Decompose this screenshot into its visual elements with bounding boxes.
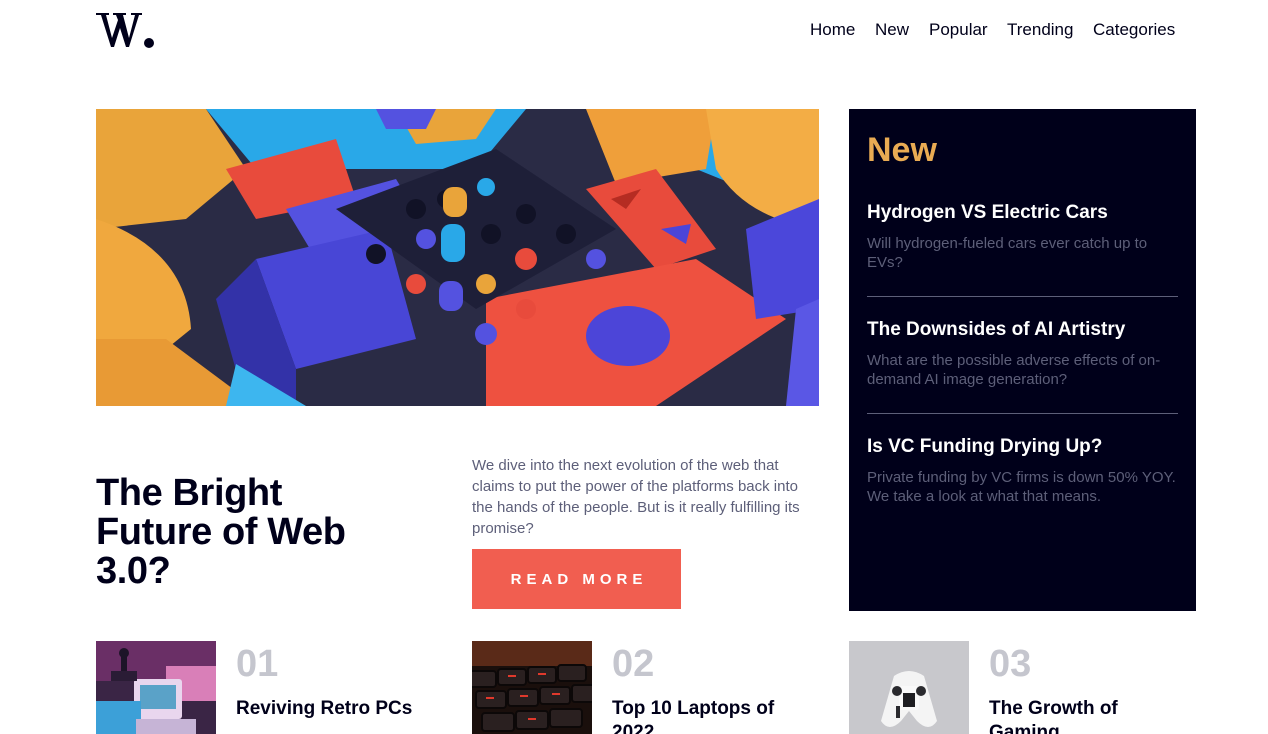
read-more-button[interactable]: READ MORE bbox=[472, 549, 681, 609]
nav-home[interactable]: Home bbox=[810, 20, 855, 40]
new-item-title[interactable]: The Downsides of AI Artistry bbox=[867, 318, 1178, 342]
new-item-description: What are the possible adverse effects of… bbox=[867, 352, 1161, 388]
article-card: 02 Top 10 Laptops of 2022 bbox=[472, 641, 822, 734]
card-number: 01 bbox=[236, 643, 279, 685]
card-number: 03 bbox=[989, 643, 1032, 685]
new-item-description: Will hydrogen-fueled cars ever catch up … bbox=[867, 235, 1148, 271]
hero-image bbox=[96, 109, 819, 406]
new-item-title[interactable]: Hydrogen VS Electric Cars bbox=[867, 201, 1178, 225]
main-nav: Home New Popular Trending Categories bbox=[800, 20, 1190, 42]
card-thumbnail-retro-pc[interactable] bbox=[96, 641, 216, 734]
new-item-description: Private funding by VC firms is down 50% … bbox=[867, 469, 1176, 505]
hero-description: We dive into the next evolution of the w… bbox=[472, 457, 800, 537]
article-card: 03 The Growth of Gaming bbox=[849, 641, 1199, 734]
card-thumbnail-gaming[interactable] bbox=[849, 641, 969, 734]
divider bbox=[867, 413, 1178, 414]
new-panel-heading: New bbox=[867, 131, 937, 169]
card-title[interactable]: Top 10 Laptops of 2022 bbox=[612, 697, 812, 734]
card-thumbnail-laptop[interactable] bbox=[472, 641, 592, 734]
new-item: The Downsides of AI Artistry What are th… bbox=[867, 318, 1178, 389]
card-number: 02 bbox=[612, 643, 655, 685]
new-item: Is VC Funding Drying Up? Private funding… bbox=[867, 435, 1178, 506]
new-item-title[interactable]: Is VC Funding Drying Up? bbox=[867, 435, 1178, 459]
new-articles-panel: New Hydrogen VS Electric Cars Will hydro… bbox=[849, 109, 1196, 611]
logo[interactable] bbox=[96, 10, 158, 52]
card-title[interactable]: The Growth of Gaming bbox=[989, 697, 1189, 734]
nav-popular[interactable]: Popular bbox=[929, 20, 988, 40]
nav-trending[interactable]: Trending bbox=[1007, 20, 1073, 40]
divider bbox=[867, 296, 1178, 297]
nav-new[interactable]: New bbox=[875, 20, 909, 40]
new-item: Hydrogen VS Electric Cars Will hydrogen-… bbox=[867, 201, 1178, 272]
article-card: 01 Reviving Retro PCs bbox=[96, 641, 446, 734]
nav-categories[interactable]: Categories bbox=[1093, 20, 1175, 40]
hero-title: The Bright Future of Web 3.0? bbox=[96, 472, 346, 592]
card-title[interactable]: Reviving Retro PCs bbox=[236, 697, 436, 721]
